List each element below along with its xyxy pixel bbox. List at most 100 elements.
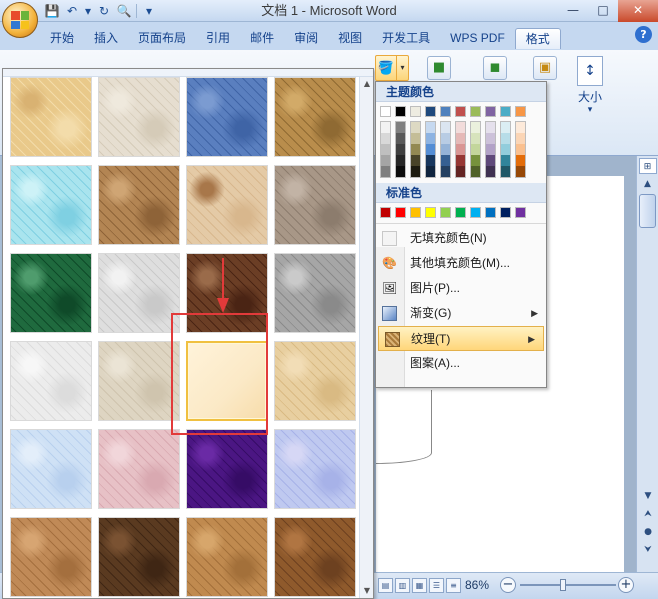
theme-shade-swatch[interactable]: [381, 122, 390, 133]
theme-shade-swatch[interactable]: [411, 166, 420, 177]
next-page-icon[interactable]: ⮟: [639, 542, 657, 558]
theme-shade-swatch[interactable]: [501, 155, 510, 166]
theme-shade-swatch[interactable]: [396, 166, 405, 177]
theme-shade-swatch[interactable]: [426, 144, 435, 155]
texture-canvas[interactable]: [98, 77, 180, 157]
menu-item-no-fill[interactable]: 无填充颜色(N): [376, 226, 546, 251]
texture-oak[interactable]: [186, 517, 268, 597]
theme-shade-swatch[interactable]: [516, 133, 525, 144]
gallery-scrollbar[interactable]: ▲ ▼: [359, 77, 373, 598]
theme-shade-swatch[interactable]: [471, 166, 480, 177]
theme-shade-swatch[interactable]: [411, 122, 420, 133]
theme-shade-swatch[interactable]: [456, 144, 465, 155]
print-preview-icon[interactable]: 🔍: [116, 3, 132, 19]
scroll-thumb[interactable]: [639, 194, 656, 228]
vertical-scrollbar[interactable]: ⊞ ▲ ▼ ⮝ ● ⮟: [636, 156, 658, 572]
texture-sand[interactable]: [274, 165, 356, 245]
zoom-slider-track[interactable]: [520, 584, 616, 586]
theme-shade-swatch[interactable]: [456, 133, 465, 144]
theme-shade-swatch[interactable]: [411, 155, 420, 166]
texture-medium-wood[interactable]: [274, 517, 356, 597]
theme-color-swatch[interactable]: [440, 106, 451, 117]
theme-shade-swatch[interactable]: [381, 166, 390, 177]
standard-color-swatch[interactable]: [515, 207, 526, 218]
tab-8[interactable]: WPS PDF: [440, 28, 515, 49]
shape-fill-dropdown-icon[interactable]: ▾: [396, 56, 408, 80]
theme-shade-swatch[interactable]: [501, 133, 510, 144]
theme-shade-swatch[interactable]: [516, 144, 525, 155]
standard-color-swatch[interactable]: [395, 207, 406, 218]
office-button[interactable]: [2, 2, 38, 38]
texture-woven-mat[interactable]: [274, 77, 356, 157]
menu-item-pattern[interactable]: 图案(A)...: [376, 351, 546, 376]
theme-shade-swatch[interactable]: [516, 166, 525, 177]
previous-page-icon[interactable]: ⮝: [639, 506, 657, 522]
redo-icon[interactable]: ↻: [96, 3, 112, 19]
undo-dropdown-icon[interactable]: ▾: [84, 3, 92, 19]
theme-shade-swatch[interactable]: [441, 144, 450, 155]
save-icon[interactable]: 💾: [44, 3, 60, 19]
theme-shade-swatch[interactable]: [396, 133, 405, 144]
gallery-scroll-up-icon[interactable]: ▲: [360, 77, 373, 91]
texture-newsprint[interactable]: [10, 341, 92, 421]
size-group[interactable]: ↕ 大小 ▾: [568, 56, 612, 115]
view-button-3[interactable]: ☰: [429, 578, 444, 593]
theme-shade-swatch[interactable]: [516, 122, 525, 133]
standard-color-swatch[interactable]: [425, 207, 436, 218]
theme-color-swatch[interactable]: [380, 106, 391, 117]
theme-shade-swatch[interactable]: [381, 144, 390, 155]
tab-5[interactable]: 审阅: [284, 28, 328, 49]
3d-effects-button[interactable]: ◼: [483, 56, 507, 80]
theme-color-swatch[interactable]: [455, 106, 466, 117]
tab-6[interactable]: 视图: [328, 28, 372, 49]
view-button-1[interactable]: ▥: [395, 578, 410, 593]
texture-cork[interactable]: [10, 517, 92, 597]
zoom-level[interactable]: 86%: [465, 578, 489, 592]
cylinder-shape[interactable]: [376, 390, 432, 464]
theme-shade-swatch[interactable]: [441, 155, 450, 166]
theme-shade-swatch[interactable]: [396, 155, 405, 166]
texture-granite[interactable]: [274, 253, 356, 333]
theme-shade-swatch[interactable]: [426, 133, 435, 144]
theme-shade-swatch[interactable]: [516, 155, 525, 166]
theme-shade-swatch[interactable]: [456, 155, 465, 166]
theme-shade-swatch[interactable]: [486, 133, 495, 144]
view-button-0[interactable]: ▤: [378, 578, 393, 593]
theme-shade-swatch[interactable]: [471, 155, 480, 166]
customize-toolbar-icon[interactable]: ▾: [141, 3, 157, 19]
theme-shade-swatch[interactable]: [471, 144, 480, 155]
standard-color-swatch[interactable]: [380, 207, 391, 218]
standard-color-swatch[interactable]: [500, 207, 511, 218]
menu-item-color-palette[interactable]: 🎨 其他填充颜色(M)...: [376, 251, 546, 276]
tab-1[interactable]: 插入: [84, 28, 128, 49]
view-button-4[interactable]: ≡: [446, 578, 461, 593]
standard-color-swatch[interactable]: [485, 207, 496, 218]
theme-shade-swatch[interactable]: [426, 155, 435, 166]
menu-item-texture[interactable]: 纹理(T) ▶: [378, 326, 544, 351]
minimize-button[interactable]: —: [558, 0, 588, 22]
scroll-up-icon[interactable]: ▲: [639, 176, 657, 192]
menu-item-picture[interactable]: 🖼 图片(P)...: [376, 276, 546, 301]
help-icon[interactable]: ?: [635, 26, 652, 43]
standard-color-swatch[interactable]: [470, 207, 481, 218]
theme-shade-swatch[interactable]: [486, 155, 495, 166]
theme-shade-swatch[interactable]: [411, 144, 420, 155]
texture-white-marble[interactable]: [98, 253, 180, 333]
view-button-2[interactable]: ▦: [412, 578, 427, 593]
theme-shade-swatch[interactable]: [471, 133, 480, 144]
undo-icon[interactable]: ↶: [64, 3, 80, 19]
theme-shade-swatch[interactable]: [501, 166, 510, 177]
zoom-slider-knob[interactable]: [560, 579, 566, 591]
theme-color-swatch[interactable]: [395, 106, 406, 117]
theme-shade-swatch[interactable]: [486, 122, 495, 133]
texture-green-marble[interactable]: [10, 253, 92, 333]
theme-shade-swatch[interactable]: [456, 166, 465, 177]
theme-color-swatch[interactable]: [470, 106, 481, 117]
theme-shade-swatch[interactable]: [426, 122, 435, 133]
theme-shade-swatch[interactable]: [471, 122, 480, 133]
theme-shade-swatch[interactable]: [381, 133, 390, 144]
tab-9[interactable]: 格式: [514, 28, 561, 49]
zoom-out-button[interactable]: −: [500, 577, 516, 593]
theme-shade-swatch[interactable]: [396, 122, 405, 133]
browse-object-icon[interactable]: ●: [639, 524, 657, 540]
